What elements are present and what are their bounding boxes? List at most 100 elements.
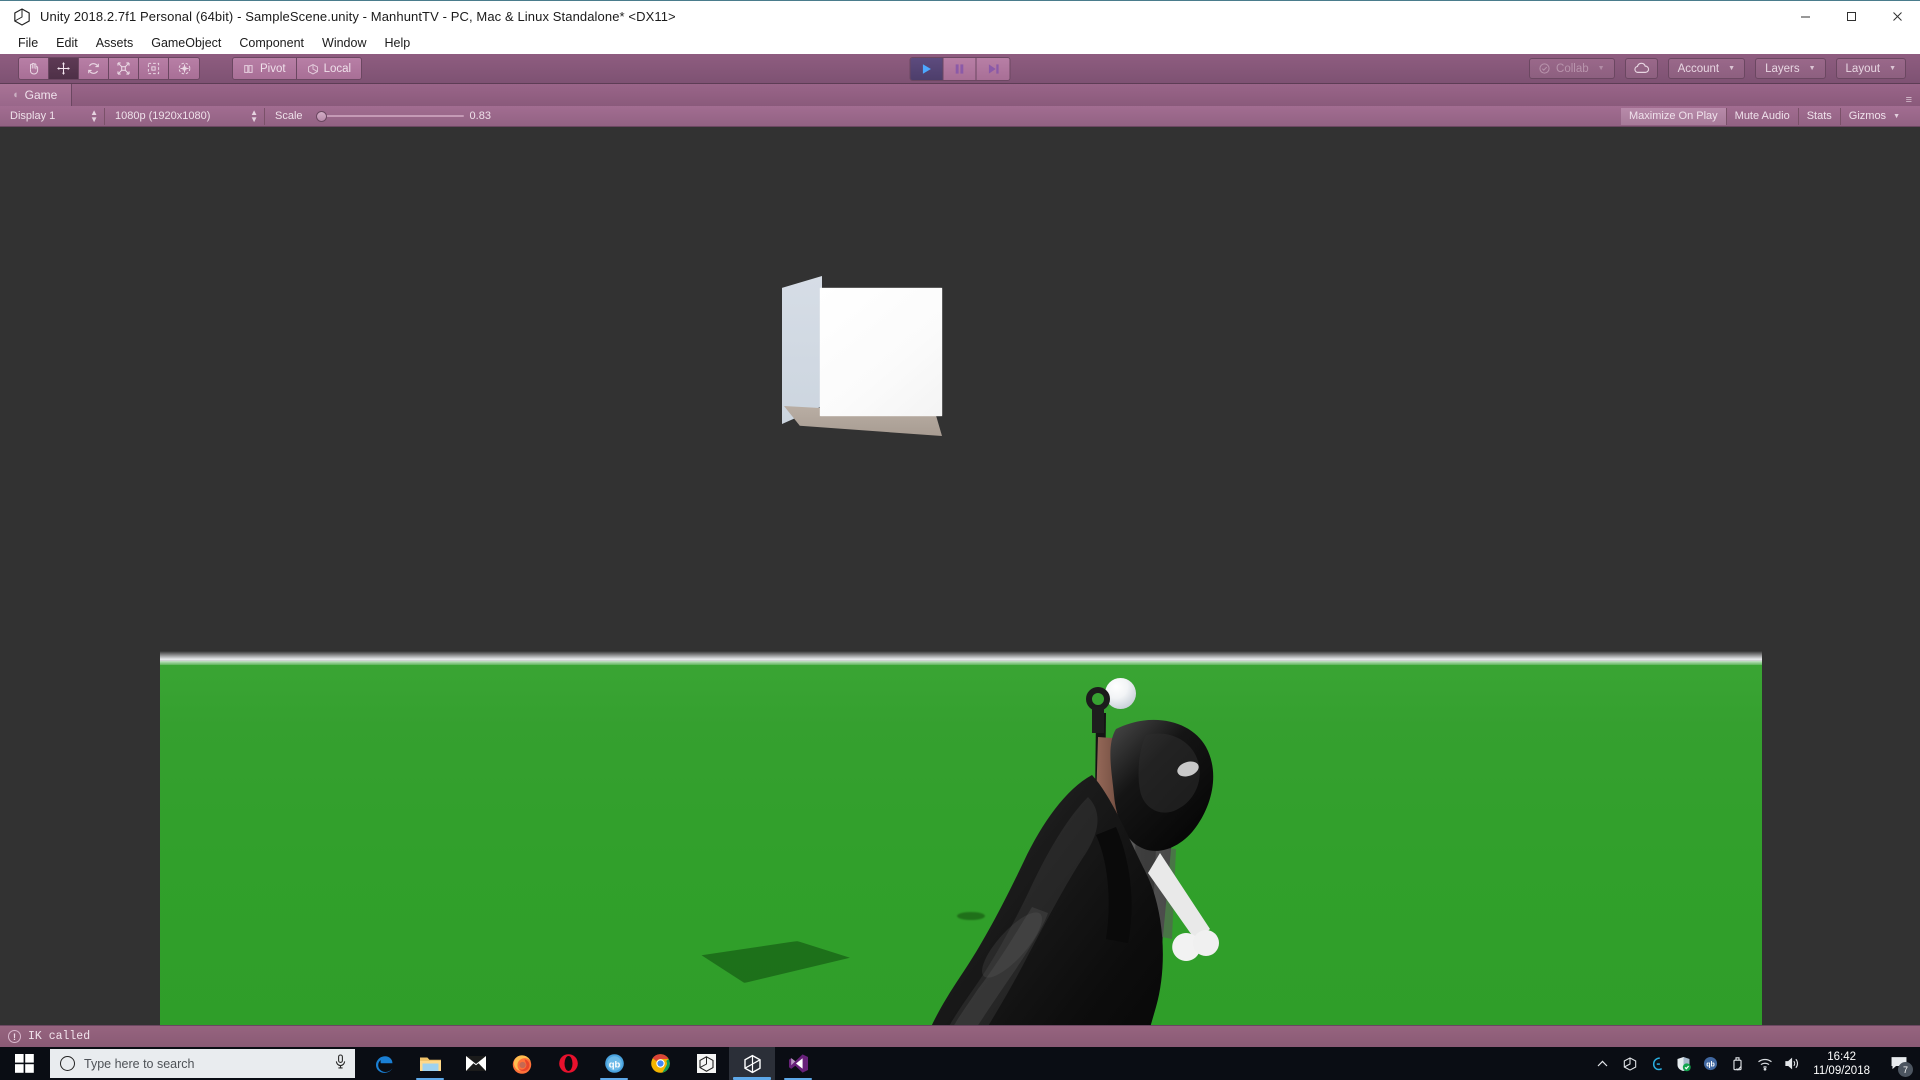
play-button[interactable]	[910, 57, 944, 80]
minimize-button[interactable]	[1782, 1, 1828, 33]
panel-menu-icon: ≡	[1905, 94, 1912, 106]
account-button[interactable]: Account ▼	[1667, 58, 1746, 79]
taskbar-app-file-explorer[interactable]	[407, 1047, 453, 1080]
scale-label: Scale	[275, 110, 303, 122]
taskbar-app-unity-hub[interactable]	[683, 1047, 729, 1080]
taskbar-app-opera[interactable]	[545, 1047, 591, 1080]
account-label: Account	[1677, 62, 1720, 75]
cloud-button[interactable]	[1624, 58, 1658, 79]
move-tool-button[interactable]	[49, 58, 79, 79]
layers-button[interactable]: Layers ▼	[1755, 58, 1826, 79]
pivot-label: Pivot	[260, 62, 286, 75]
taskbar-clock[interactable]: 16:42 11/09/2018	[1805, 1047, 1882, 1080]
mute-audio-toggle[interactable]: Mute Audio	[1725, 107, 1798, 125]
panel-menu-button[interactable]: ≡	[1906, 94, 1920, 106]
unity-tray-icon[interactable]	[1616, 1047, 1643, 1080]
taskbar-app-unity-editor[interactable]	[729, 1047, 775, 1080]
unity-icon	[12, 7, 32, 27]
sky-gradient	[160, 127, 1762, 661]
slider-track	[316, 115, 464, 117]
maximize-on-play-label: Maximize On Play	[1629, 110, 1718, 122]
windows-defender-icon[interactable]	[1670, 1047, 1697, 1080]
volume-icon[interactable]	[1778, 1047, 1805, 1080]
pivot-handle-group: Pivot Local	[232, 57, 363, 80]
game-view-toolbar: Display 1 ▲ ▼ 1080p (1920x1080) ▲ ▼ Scale …	[0, 106, 1920, 127]
scale-slider[interactable]	[309, 110, 464, 122]
display-dropdown[interactable]: Display 1 ▲ ▼	[0, 107, 105, 125]
window-title-bar: Unity 2018.2.7f1 Personal (64bit) - Samp…	[0, 0, 1920, 32]
rotate-tool-button[interactable]	[79, 58, 109, 79]
taskbar-app-qbittorrent[interactable]: qb	[591, 1047, 637, 1080]
display-label: Display 1	[10, 110, 56, 122]
menu-edit[interactable]: Edit	[47, 34, 87, 52]
layers-label: Layers	[1765, 62, 1800, 75]
qbittorrent-tray-icon[interactable]: qb	[1697, 1047, 1724, 1080]
rect-tool-button[interactable]	[139, 58, 169, 79]
first-person-weapon	[920, 677, 1340, 1025]
menu-component[interactable]: Component	[230, 34, 313, 52]
safely-remove-hardware-icon[interactable]	[1724, 1047, 1751, 1080]
gizmos-dropdown[interactable]: Gizmos ▼	[1839, 107, 1908, 125]
scale-tool-button[interactable]	[109, 58, 139, 79]
network-icon[interactable]	[1751, 1047, 1778, 1080]
menu-window[interactable]: Window	[313, 34, 375, 52]
collab-button[interactable]: Collab ▼	[1529, 58, 1615, 79]
scale-control: Scale 0.83	[265, 110, 501, 122]
game-viewport[interactable]	[160, 127, 1762, 1025]
step-button[interactable]	[976, 57, 1010, 80]
pause-button[interactable]	[943, 57, 977, 80]
layout-button[interactable]: Layout ▼	[1835, 58, 1906, 79]
transform-tools-group	[18, 57, 200, 80]
clock-time: 16:42	[1827, 1050, 1857, 1063]
taskbar-app-mail[interactable]	[453, 1047, 499, 1080]
transform-tool-button[interactable]	[169, 58, 199, 79]
tab-game-label: Game	[24, 88, 58, 102]
collab-label: Collab	[1556, 62, 1589, 75]
close-button[interactable]	[1874, 1, 1920, 33]
taskbar-app-edge[interactable]	[361, 1047, 407, 1080]
menu-help[interactable]: Help	[375, 34, 419, 52]
menu-assets[interactable]: Assets	[87, 34, 143, 52]
updown-icon: ▲ ▼	[250, 108, 258, 124]
resolution-dropdown[interactable]: 1080p (1920x1080) ▲ ▼	[105, 107, 265, 125]
chevron-down-icon: ▼	[1889, 65, 1896, 72]
menu-bar: File Edit Assets GameObject Component Wi…	[0, 32, 1920, 54]
warning-icon: !	[8, 1030, 21, 1043]
chevron-down-icon: ▼	[1728, 65, 1736, 72]
horizon-haze	[160, 651, 1762, 665]
menu-gameobject[interactable]: GameObject	[142, 34, 230, 52]
hand-tool-button[interactable]	[19, 58, 49, 79]
game-view-area	[0, 127, 1920, 1025]
tab-game[interactable]: ◖ Game	[0, 84, 73, 106]
playback-controls	[909, 56, 1011, 81]
menu-file[interactable]: File	[9, 34, 47, 52]
slider-knob[interactable]	[316, 110, 328, 122]
start-button[interactable]	[0, 1047, 48, 1080]
taskbar-app-list: qb	[361, 1047, 821, 1080]
cube-face-left	[782, 276, 822, 424]
local-toggle[interactable]: Local	[296, 58, 362, 79]
taskbar-app-firefox[interactable]	[499, 1047, 545, 1080]
layout-label: Layout	[1845, 62, 1881, 75]
stats-toggle[interactable]: Stats	[1797, 107, 1840, 125]
scale-value: 0.83	[469, 110, 491, 122]
system-tray: qb 16:42 11/09/2018 7	[1589, 1047, 1920, 1080]
search-input[interactable]: Type here to search	[50, 1049, 355, 1078]
svg-text:qb: qb	[1707, 1062, 1716, 1069]
maximize-button[interactable]	[1828, 1, 1874, 33]
cube-face-front	[820, 288, 942, 416]
cube-object	[782, 276, 942, 436]
notification-center-button[interactable]: 7	[1882, 1047, 1916, 1080]
status-bar[interactable]: ! IK called	[0, 1025, 1920, 1047]
maximize-on-play-toggle[interactable]: Maximize On Play	[1621, 107, 1726, 125]
chevron-down-icon: ▼	[1597, 65, 1605, 72]
logitech-icon[interactable]	[1643, 1047, 1670, 1080]
taskbar-app-chrome[interactable]	[637, 1047, 683, 1080]
microphone-icon[interactable]	[334, 1053, 347, 1074]
pivot-toggle[interactable]: Pivot	[233, 58, 297, 79]
taskbar-app-visual-studio[interactable]	[775, 1047, 821, 1080]
game-view-icon: ◖	[12, 89, 19, 101]
search-placeholder: Type here to search	[84, 1056, 195, 1071]
show-hidden-icons-button[interactable]	[1589, 1047, 1616, 1080]
chevron-down-icon: ▼	[1808, 65, 1816, 72]
